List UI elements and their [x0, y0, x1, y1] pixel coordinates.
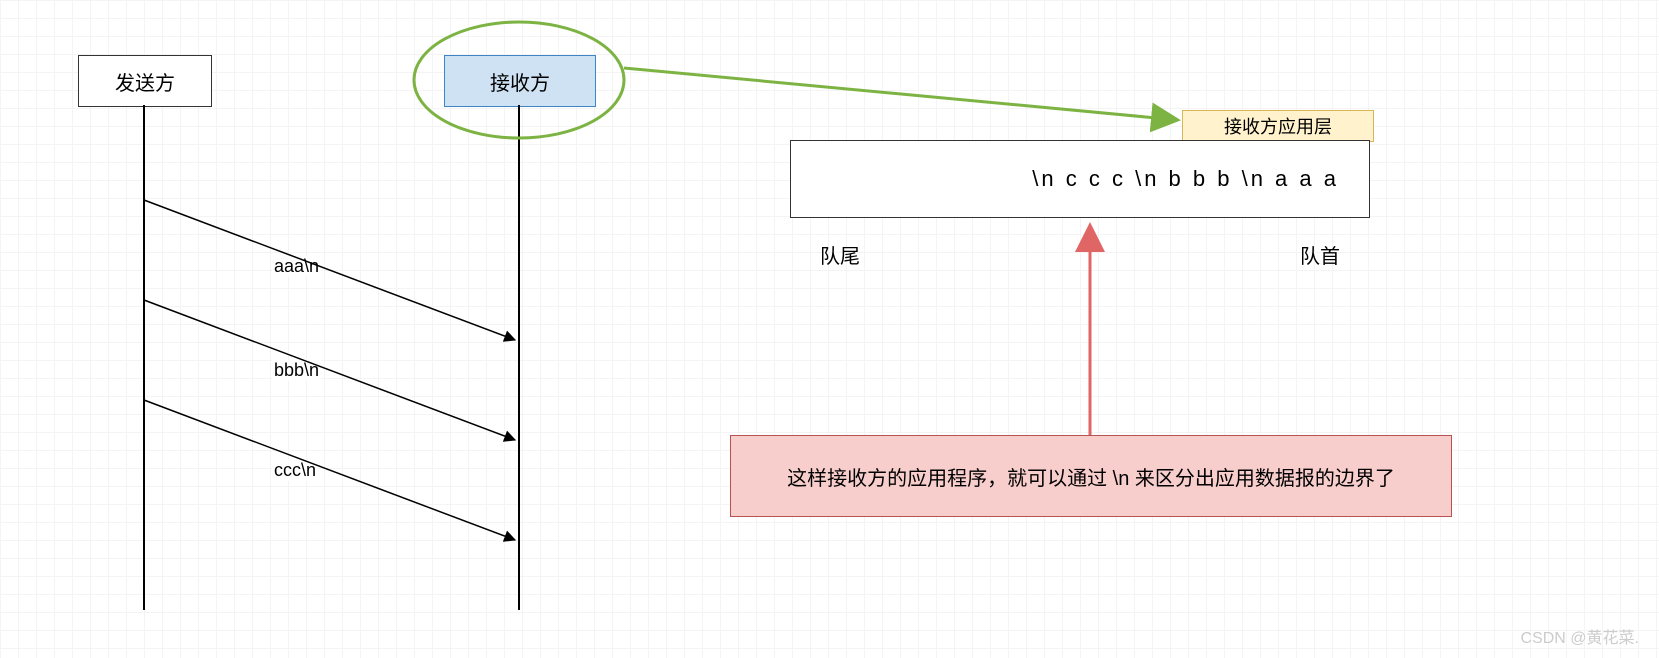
message-2-label: bbb\n — [272, 360, 321, 381]
receiver-label: 接收方 — [490, 67, 550, 96]
receiver-box: 接收方 — [444, 55, 596, 107]
app-layer-label-box: 接收方应用层 — [1182, 110, 1374, 142]
sender-box: 发送方 — [78, 55, 212, 107]
queue-head-label: 队首 — [1300, 240, 1340, 269]
explanation-box: 这样接收方的应用程序，就可以通过 \n 来区分出应用数据报的边界了 — [730, 435, 1452, 517]
message-3-label: ccc\n — [272, 460, 318, 481]
watermark: CSDN @黄花菜. — [1521, 624, 1639, 648]
queue-tail-label: 队尾 — [820, 240, 860, 269]
sender-label: 发送方 — [115, 67, 175, 96]
grid-background — [0, 0, 1659, 658]
explanation-text: 这样接收方的应用程序，就可以通过 \n 来区分出应用数据报的边界了 — [787, 462, 1395, 491]
app-layer-label: 接收方应用层 — [1224, 113, 1332, 139]
buffer-content: \n c c c \n b b b \n a a a — [1032, 166, 1339, 192]
buffer-box: \n c c c \n b b b \n a a a — [790, 140, 1370, 218]
message-1-label: aaa\n — [272, 256, 321, 277]
